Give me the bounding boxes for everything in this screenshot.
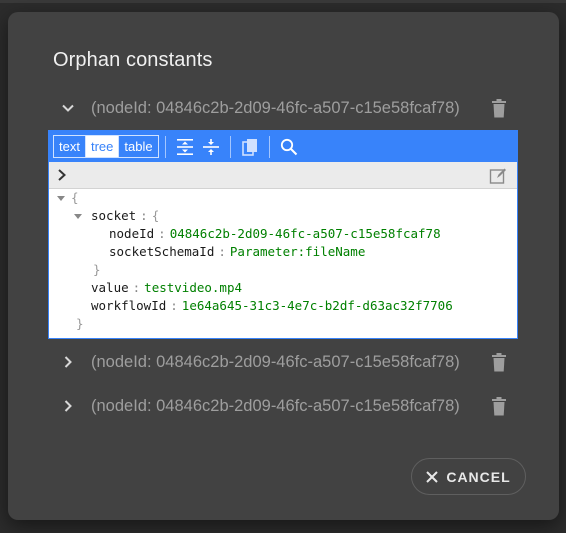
mode-text-button[interactable]: text: [54, 136, 86, 157]
dialog-title: Orphan constants: [53, 49, 213, 71]
orphan-constants-dialog: Orphan constants (nodeId: 04846c2b-2d09-…: [8, 12, 559, 520]
collapse-all-icon[interactable]: [198, 134, 224, 160]
chevron-down-icon[interactable]: [53, 92, 83, 124]
workflowid-value: 1e64a645-31c3-4e7c-b2df-d63ac32f7706: [181, 298, 453, 313]
nodeid-key: nodeId: [109, 226, 155, 241]
pencil-icon[interactable]: [489, 167, 507, 185]
constant-label: (nodeId: 04846c2b-2d09-46fc-a507-c15e58f…: [91, 98, 460, 117]
trash-icon[interactable]: [485, 346, 513, 378]
socket-key: socket: [91, 208, 137, 223]
trash-icon[interactable]: [485, 390, 513, 422]
cancel-button[interactable]: CANCEL: [411, 458, 526, 495]
toolbar-divider: [164, 135, 166, 158]
socket-close-brace: }: [93, 262, 101, 277]
mode-table-button[interactable]: table: [119, 136, 158, 157]
tree-node-workflowid[interactable]: workflowId:1e64a645-31c3-4e7c-b2df-d63ac…: [91, 297, 453, 315]
toolbar-divider: [229, 135, 231, 158]
json-editor-navbar: [49, 162, 517, 189]
copy-icon[interactable]: [237, 134, 263, 160]
constant-label: (nodeId: 04846c2b-2d09-46fc-a507-c15e58f…: [91, 396, 460, 415]
toolbar-divider: [268, 135, 270, 158]
constant-label: (nodeId: 04846c2b-2d09-46fc-a507-c15e58f…: [91, 352, 460, 371]
value-key: value: [91, 280, 129, 295]
workflowid-key: workflowId: [91, 298, 167, 313]
constant-row-2: (nodeId: 04846c2b-2d09-46fc-a507-c15e58f…: [53, 346, 513, 378]
mode-switcher: text tree table: [53, 135, 159, 158]
cancel-button-label: CANCEL: [446, 468, 511, 485]
tree-node-nodeid[interactable]: nodeId:04846c2b-2d09-46fc-a507-c15e58fca…: [109, 225, 441, 243]
root-open-brace: {: [71, 190, 79, 205]
schema-value: Parameter:fileName: [229, 244, 366, 259]
chevron-right-icon[interactable]: [57, 166, 73, 184]
constant-row-3: (nodeId: 04846c2b-2d09-46fc-a507-c15e58f…: [53, 390, 513, 422]
json-editor-toolbar: text tree table: [49, 131, 517, 162]
close-icon: [426, 470, 439, 483]
expand-toggle-icon[interactable]: [73, 212, 83, 222]
mode-tree-button[interactable]: tree: [85, 136, 120, 157]
nodeid-value: 04846c2b-2d09-46fc-a507-c15e58fcaf78: [169, 226, 441, 241]
expand-toggle-icon[interactable]: [56, 194, 66, 204]
schema-key: socketSchemaId: [109, 244, 215, 259]
chevron-right-icon[interactable]: [53, 390, 83, 422]
json-editor: text tree table {socket: {nodeId: 04…: [48, 130, 518, 339]
expand-all-icon[interactable]: [172, 134, 198, 160]
trash-icon[interactable]: [485, 92, 513, 124]
tree-node-value[interactable]: value: testvideo.mp4: [91, 279, 242, 297]
tree-node-socket[interactable]: socket:{: [91, 207, 159, 225]
backdrop-edge: [0, 0, 566, 3]
tree-node-schema[interactable]: socketSchemaId: Parameter:fileName: [109, 243, 365, 261]
json-tree: { socket:{ nodeId:04846c2b-2d09-46fc-a50…: [49, 189, 517, 339]
root-close-brace: }: [76, 316, 84, 331]
search-icon[interactable]: [276, 134, 302, 160]
chevron-right-icon[interactable]: [53, 346, 83, 378]
value-value: testvideo.mp4: [144, 280, 243, 295]
constant-row-1: (nodeId: 04846c2b-2d09-46fc-a507-c15e58f…: [53, 92, 513, 124]
